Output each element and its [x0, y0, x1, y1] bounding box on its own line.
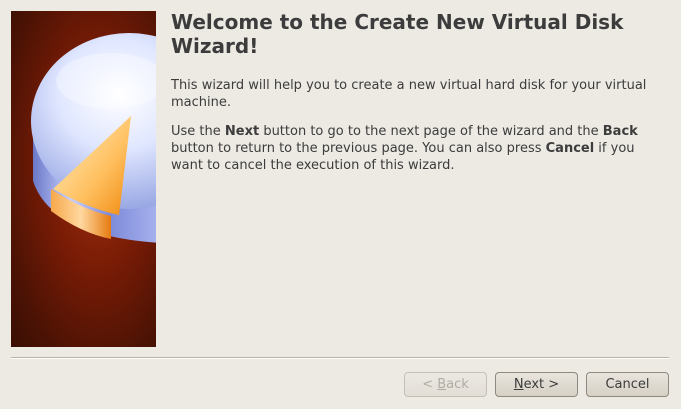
wizard-banner-image [11, 11, 156, 347]
next-button-mnemonic: N [513, 377, 524, 392]
back-button-mnemonic: B [437, 377, 447, 392]
back-button-prefix: < [422, 377, 438, 392]
page-title: Welcome to the Create New Virtual Disk W… [171, 10, 624, 58]
button-separator [11, 357, 669, 359]
disk-pie-chart-icon [31, 33, 156, 243]
cancel-button[interactable]: Cancel [586, 372, 669, 397]
instructions-cancel-word: Cancel [545, 141, 595, 156]
instructions-back-word: Back [602, 124, 638, 139]
instructions-part-1: Use the [171, 124, 225, 139]
intro-text: This wizard will help you to create a ne… [171, 78, 647, 110]
back-button[interactable]: < Back [404, 372, 487, 397]
wizard-content: Welcome to the Create New Virtual Disk W… [171, 10, 661, 186]
instructions-part-2: button to go to the next page of the wiz… [259, 124, 603, 139]
next-button-rest: ext > [523, 377, 560, 392]
instructions-next-word: Next [224, 124, 260, 139]
instructions-text: Use the Next button to go to the next pa… [171, 123, 661, 174]
next-button[interactable]: Next > [495, 372, 578, 397]
back-button-rest: ack [446, 377, 469, 392]
instructions-part-3: button to return to the previous page. Y… [171, 141, 546, 156]
